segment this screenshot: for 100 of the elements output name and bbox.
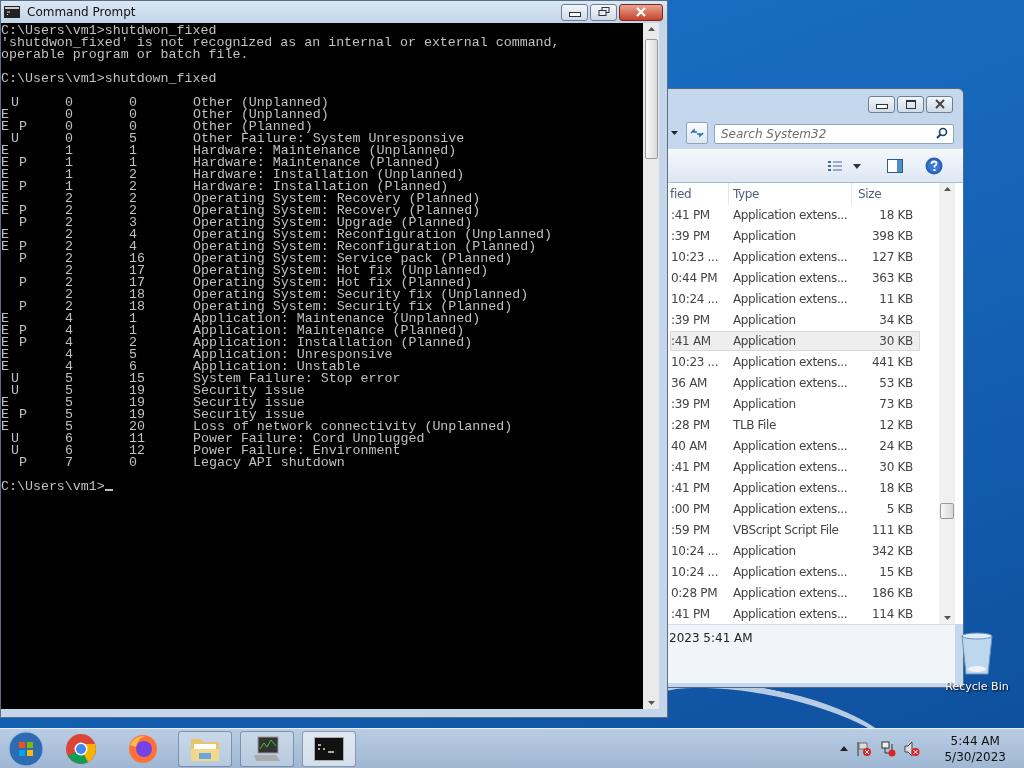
flag-text: P	[19, 179, 27, 194]
recycle-bin-icon[interactable]	[960, 632, 994, 676]
type-cell-text: Application extens...	[732, 460, 849, 474]
file-row[interactable]: :41 PM Application extens... 18 KB	[670, 478, 920, 498]
taskbar-button[interactable]	[302, 730, 356, 767]
file-row[interactable]: :59 PM VBScript Script File 111 KB	[670, 520, 920, 540]
volume-icon[interactable]	[904, 740, 921, 757]
type-cell-text: Application	[732, 229, 797, 243]
close-button[interactable]	[926, 95, 953, 113]
refresh-button[interactable]	[686, 122, 708, 144]
file-row[interactable]: 36 AM Application extens... 53 KB	[670, 373, 920, 393]
preview-pane-icon[interactable]	[887, 159, 903, 173]
network-icon[interactable]	[880, 740, 897, 757]
dropdown-arrow-icon[interactable]	[671, 131, 678, 135]
scrollbar[interactable]	[939, 183, 955, 624]
file-row[interactable]: :41 PM Application extens... 30 KB	[670, 457, 920, 477]
reason-text: Hardware: Installation (Unplanned)	[193, 169, 465, 181]
show-hidden-icons-icon[interactable]	[840, 746, 849, 751]
search-field[interactable]: Search System32	[714, 124, 954, 144]
help-icon[interactable]	[925, 157, 943, 175]
scrollbar[interactable]	[643, 23, 659, 709]
file-row[interactable]: 10:24 ... Application extens... 11 KB	[670, 289, 920, 309]
size-cell-text: 18 KB	[878, 208, 913, 222]
file-row[interactable]: 40 AM Application extens... 24 KB	[670, 436, 920, 456]
file-row[interactable]: 10:23 ... Application extens... 441 KB	[670, 352, 920, 372]
reason-text: Security issue	[193, 409, 305, 421]
file-row[interactable]: :41 PM Application extens... 114 KB	[670, 604, 920, 624]
column-header[interactable]: Type	[728, 183, 851, 205]
file-row[interactable]: :28 PM TLB File 12 KB	[670, 415, 920, 435]
minor-code: 0	[129, 119, 137, 134]
minimize-button[interactable]	[561, 3, 588, 21]
major-code: 1	[65, 155, 73, 170]
close-icon	[933, 99, 946, 109]
console-prompt: C:\Users\vm1>	[1, 479, 105, 494]
clock-date: 5/30/2023	[944, 748, 1006, 765]
minor-code: 0	[129, 455, 137, 470]
minor-code: 20	[129, 419, 145, 434]
minor-code: 4	[129, 239, 137, 254]
minor-code: 2	[129, 203, 137, 218]
close-button[interactable]	[619, 3, 663, 21]
flag-text: E	[1, 155, 9, 170]
scroll-up-icon[interactable]	[943, 187, 951, 191]
type-cell-text: Application extens...	[732, 250, 849, 264]
minor-code: 18	[129, 287, 145, 302]
maximize-button[interactable]	[897, 95, 924, 113]
scrollbar-thumb[interactable]	[644, 39, 658, 159]
flag-text: E	[1, 227, 9, 242]
minor-code: 2	[129, 167, 137, 182]
file-row[interactable]: 0:44 PM Application extens... 363 KB	[670, 268, 920, 288]
reason-text: Application: Maintenance (Unplanned)	[193, 313, 481, 325]
window-title: Command Prompt	[27, 5, 136, 19]
restore-button[interactable]	[590, 3, 617, 21]
flag-text: P	[19, 455, 27, 470]
flag-text: U	[11, 443, 19, 458]
file-row[interactable]: :39 PM Application 34 KB	[670, 310, 920, 330]
file-row[interactable]: :39 PM Application 398 KB	[670, 226, 920, 246]
modified-cell-text: 10:24 ...	[671, 292, 720, 306]
modified-cell-text: :39 PM	[671, 229, 711, 243]
flag-text: E	[1, 143, 9, 158]
major-code: 1	[65, 143, 73, 158]
major-code: 0	[65, 131, 73, 146]
file-row[interactable]: 10:24 ... Application 342 KB	[670, 541, 920, 561]
reason-text: Other Failure: System Unresponsive	[193, 133, 465, 145]
major-code: 2	[65, 191, 73, 206]
minor-code: 16	[129, 251, 145, 266]
file-row[interactable]: 10:24 ... Application extens... 15 KB	[670, 562, 920, 582]
flag-text: U	[11, 371, 19, 386]
file-row[interactable]: 10:23 ... Application extens... 127 KB	[670, 247, 920, 267]
column-header[interactable]: Size	[851, 183, 920, 205]
start-button[interactable]	[8, 730, 44, 767]
file-row[interactable]: :41 AM Application 30 KB	[670, 331, 920, 351]
file-row[interactable]: :00 PM Application extens... 5 KB	[670, 499, 920, 519]
scroll-down-icon[interactable]	[647, 701, 655, 705]
minor-code: 19	[129, 395, 145, 410]
column-header[interactable]: fied	[670, 187, 728, 201]
major-code: 2	[65, 227, 73, 242]
major-code: 5	[65, 419, 73, 434]
minimize-button[interactable]	[868, 95, 895, 113]
minor-code: 17	[129, 275, 145, 290]
flag-text: E	[1, 167, 9, 182]
taskbar-button[interactable]	[240, 730, 294, 767]
minor-code: 18	[129, 299, 145, 314]
size-cell-text: 11 KB	[878, 292, 913, 306]
modified-cell-text: 0:28 PM	[671, 586, 719, 600]
scrollbar-thumb[interactable]	[940, 503, 954, 519]
scroll-up-icon[interactable]	[647, 27, 655, 31]
console-icon	[314, 736, 344, 761]
flag-icon[interactable]	[856, 740, 873, 757]
clock[interactable]: 5:44 AM 5/30/2023	[944, 732, 1006, 765]
major-code: 2	[65, 275, 73, 290]
file-row[interactable]: :39 PM Application 73 KB	[670, 394, 920, 414]
modified-cell-text: 10:24 ...	[671, 544, 720, 558]
view-list-icon[interactable]	[827, 160, 843, 172]
scroll-down-icon[interactable]	[943, 616, 951, 620]
file-row[interactable]: :41 PM Application extens... 18 KB	[670, 205, 920, 225]
reason-text: Loss of network connectivity (Unplanned)	[193, 421, 513, 433]
dropdown-arrow-icon[interactable]	[853, 163, 861, 169]
reason-text: Application: Unstable	[193, 361, 361, 373]
flag-text: E	[1, 359, 9, 374]
file-row[interactable]: 0:28 PM Application extens... 186 KB	[670, 583, 920, 603]
